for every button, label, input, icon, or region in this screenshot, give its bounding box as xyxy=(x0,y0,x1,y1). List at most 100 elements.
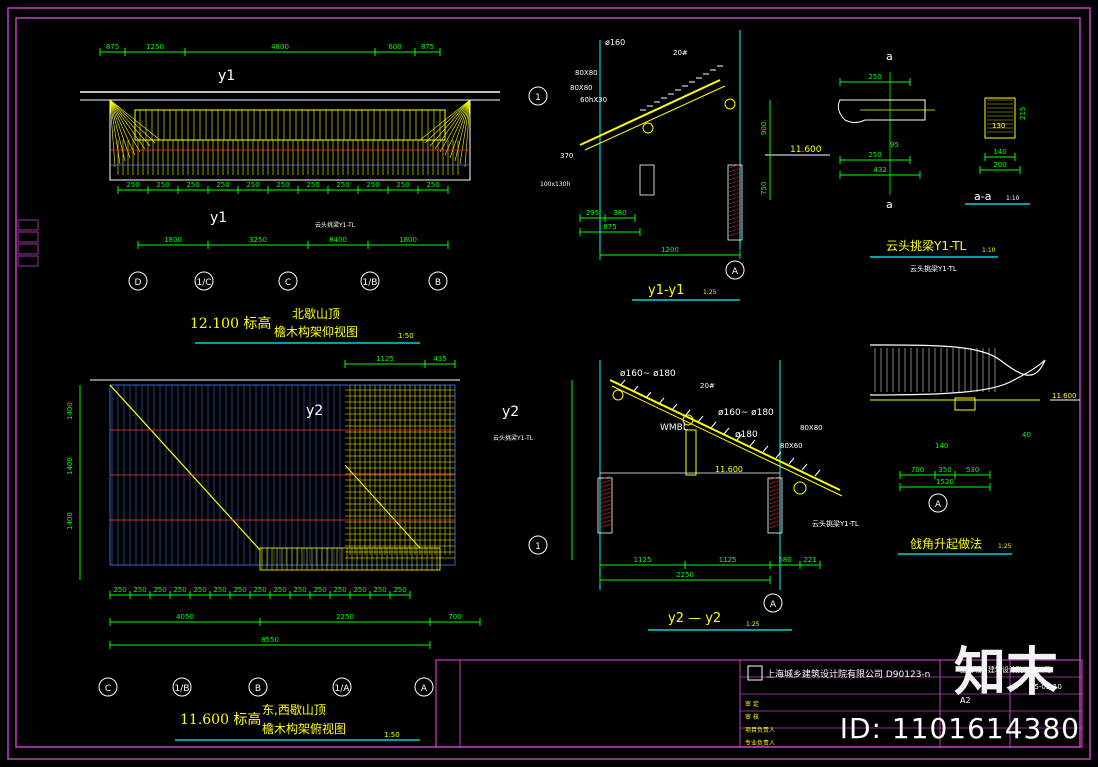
v5-dim-value: 1125 xyxy=(634,556,652,564)
watermark-id: ID: 1101614380 xyxy=(839,712,1080,745)
v1-rafter-dim-value: 250 xyxy=(306,181,319,189)
v4-sub: 云头挑梁Y1-TL xyxy=(910,264,957,273)
margin-box xyxy=(17,255,39,267)
v2-rafter-dim-value: 250 xyxy=(113,586,126,594)
v3-dim2-value: 875 xyxy=(603,223,616,231)
v2-cut-top: y2 xyxy=(306,403,323,419)
v2-rafter-dim-value: 250 xyxy=(353,586,366,594)
v5-tile xyxy=(723,427,730,435)
v2-axis-label: C xyxy=(105,684,111,694)
v5-hatch xyxy=(768,507,782,513)
v5-hatch xyxy=(768,495,782,501)
v1-total-dim-value: 1800 xyxy=(164,236,182,244)
v2-rafter-dim-value: 250 xyxy=(333,586,346,594)
v2-rafter-dim-value: 250 xyxy=(313,586,326,594)
v4-dim-top-value: 250 xyxy=(868,73,881,81)
v2-rafter-dim-value: 250 xyxy=(153,586,166,594)
v5-kingpost xyxy=(685,429,697,476)
v3-label: 370 xyxy=(560,152,573,160)
v1-rafter-dim-value: 250 xyxy=(126,181,139,189)
v4-dim: 95 xyxy=(890,141,899,149)
v3-hatch xyxy=(728,179,742,185)
v1-total-dim-value: 8400 xyxy=(329,236,347,244)
v1-title-line2: 檐木构架仰视图 xyxy=(274,324,358,339)
v5-hatch xyxy=(768,487,782,493)
v5-tile xyxy=(801,463,808,471)
v3-hatch xyxy=(728,187,742,193)
v1-rafter-dim-value: 250 xyxy=(396,181,409,189)
v4-dim-mid-value: 250 xyxy=(868,151,881,159)
v4-sec-dim2-value: 200 xyxy=(993,161,1006,169)
v6-dim-small2: 40 xyxy=(1022,431,1031,439)
v5-scale: 1:25 xyxy=(746,621,760,628)
v5-tile xyxy=(788,457,795,465)
v2-top-dim-value: 1125 xyxy=(376,355,394,363)
v6-roof-curve xyxy=(869,344,1046,376)
v5-level: 11.600 xyxy=(715,465,743,474)
v4-section-scale: 1:10 xyxy=(1006,195,1020,202)
v3-purlin-top xyxy=(724,98,736,110)
v3-label: 100x130h xyxy=(540,181,570,188)
v6-dim2-value: 1520 xyxy=(936,478,954,486)
v3-hatch xyxy=(728,195,742,201)
v5-tile xyxy=(697,415,704,423)
v5-hatch xyxy=(768,511,782,517)
v3-hatch xyxy=(728,231,742,237)
v5-purlin xyxy=(612,389,624,401)
v5-dim2-value: 2250 xyxy=(676,571,694,579)
v6-dim-value: 350 xyxy=(938,466,951,474)
v2-axis-label: 1/B xyxy=(175,684,190,694)
v1-rafter-dim-value: 250 xyxy=(156,181,169,189)
v1-rafter-dim-value: 250 xyxy=(336,181,349,189)
v3-hatch xyxy=(728,223,742,229)
v3-label: 80X80 xyxy=(570,84,593,92)
v5-hatch xyxy=(598,523,612,529)
v5-dim-value: 580 xyxy=(778,556,791,564)
watermark-logo: 知末 xyxy=(953,643,1058,703)
v3-vdim: 750 xyxy=(760,182,768,195)
inner-frame xyxy=(15,17,1081,748)
v1-axis-label: D xyxy=(135,278,142,288)
v1-total-dim-value: 1800 xyxy=(399,236,417,244)
v4-beam-profile xyxy=(837,99,926,123)
v3-hatch xyxy=(728,215,742,221)
v5-hatch xyxy=(768,479,782,485)
v2-side-dim: 1400 xyxy=(66,512,74,530)
v5-hatch xyxy=(598,503,612,509)
view-y2-section: ø160~ ø180 20# ø160~ ø180 ø180 WMBL 80X80 80X6… xyxy=(571,360,859,631)
v3-title: y1-y1 xyxy=(648,283,684,298)
v3-hatch xyxy=(728,183,742,189)
v2-total-dim-value: 8550 xyxy=(261,636,279,644)
v2-side-dim: 1400 xyxy=(66,457,74,475)
v5-hatch xyxy=(598,491,612,497)
v1-axis-label: C xyxy=(285,278,291,288)
v2-cut-right: y2 xyxy=(502,404,519,420)
view-corner-raising: 11.600 140 40 戗角升起做法 1:25 xyxy=(869,344,1080,555)
v3-vdim: 900 xyxy=(760,122,768,135)
v2-rafter-dim-value: 250 xyxy=(213,586,226,594)
v1-rafter-dim-value: 250 xyxy=(246,181,259,189)
v5-tile xyxy=(658,397,665,405)
v1-rafter-dim-value: 250 xyxy=(186,181,199,189)
v5-title: y2 — y2 xyxy=(668,611,721,626)
v3-hatch xyxy=(728,199,742,205)
v5-hatch xyxy=(768,515,782,521)
v5-hatch xyxy=(768,503,782,509)
v4-dim-bot-value: 432 xyxy=(873,166,886,174)
v1-scale: 1:50 xyxy=(398,332,414,340)
v3-hatch xyxy=(728,175,742,181)
v3-purlin xyxy=(642,122,654,134)
v6-dim-value: 700 xyxy=(911,466,924,474)
v4-section-label: a-a xyxy=(974,190,991,203)
v2-axis-label: 1/A xyxy=(335,684,351,694)
v5-hatch xyxy=(598,483,612,489)
v5-hatch xyxy=(768,523,782,529)
v5-hatch xyxy=(598,519,612,525)
v5-rafter-sub xyxy=(611,385,843,497)
v2-rafter-dim-value: 250 xyxy=(293,586,306,594)
v3-label: 60hX30 xyxy=(580,96,607,104)
v3-label: 80X80 xyxy=(575,69,598,77)
v2-rafter-dim-value: 250 xyxy=(233,586,246,594)
v5-label: ø160~ ø180 xyxy=(620,369,676,379)
v6-dim-small: 140 xyxy=(935,442,948,450)
